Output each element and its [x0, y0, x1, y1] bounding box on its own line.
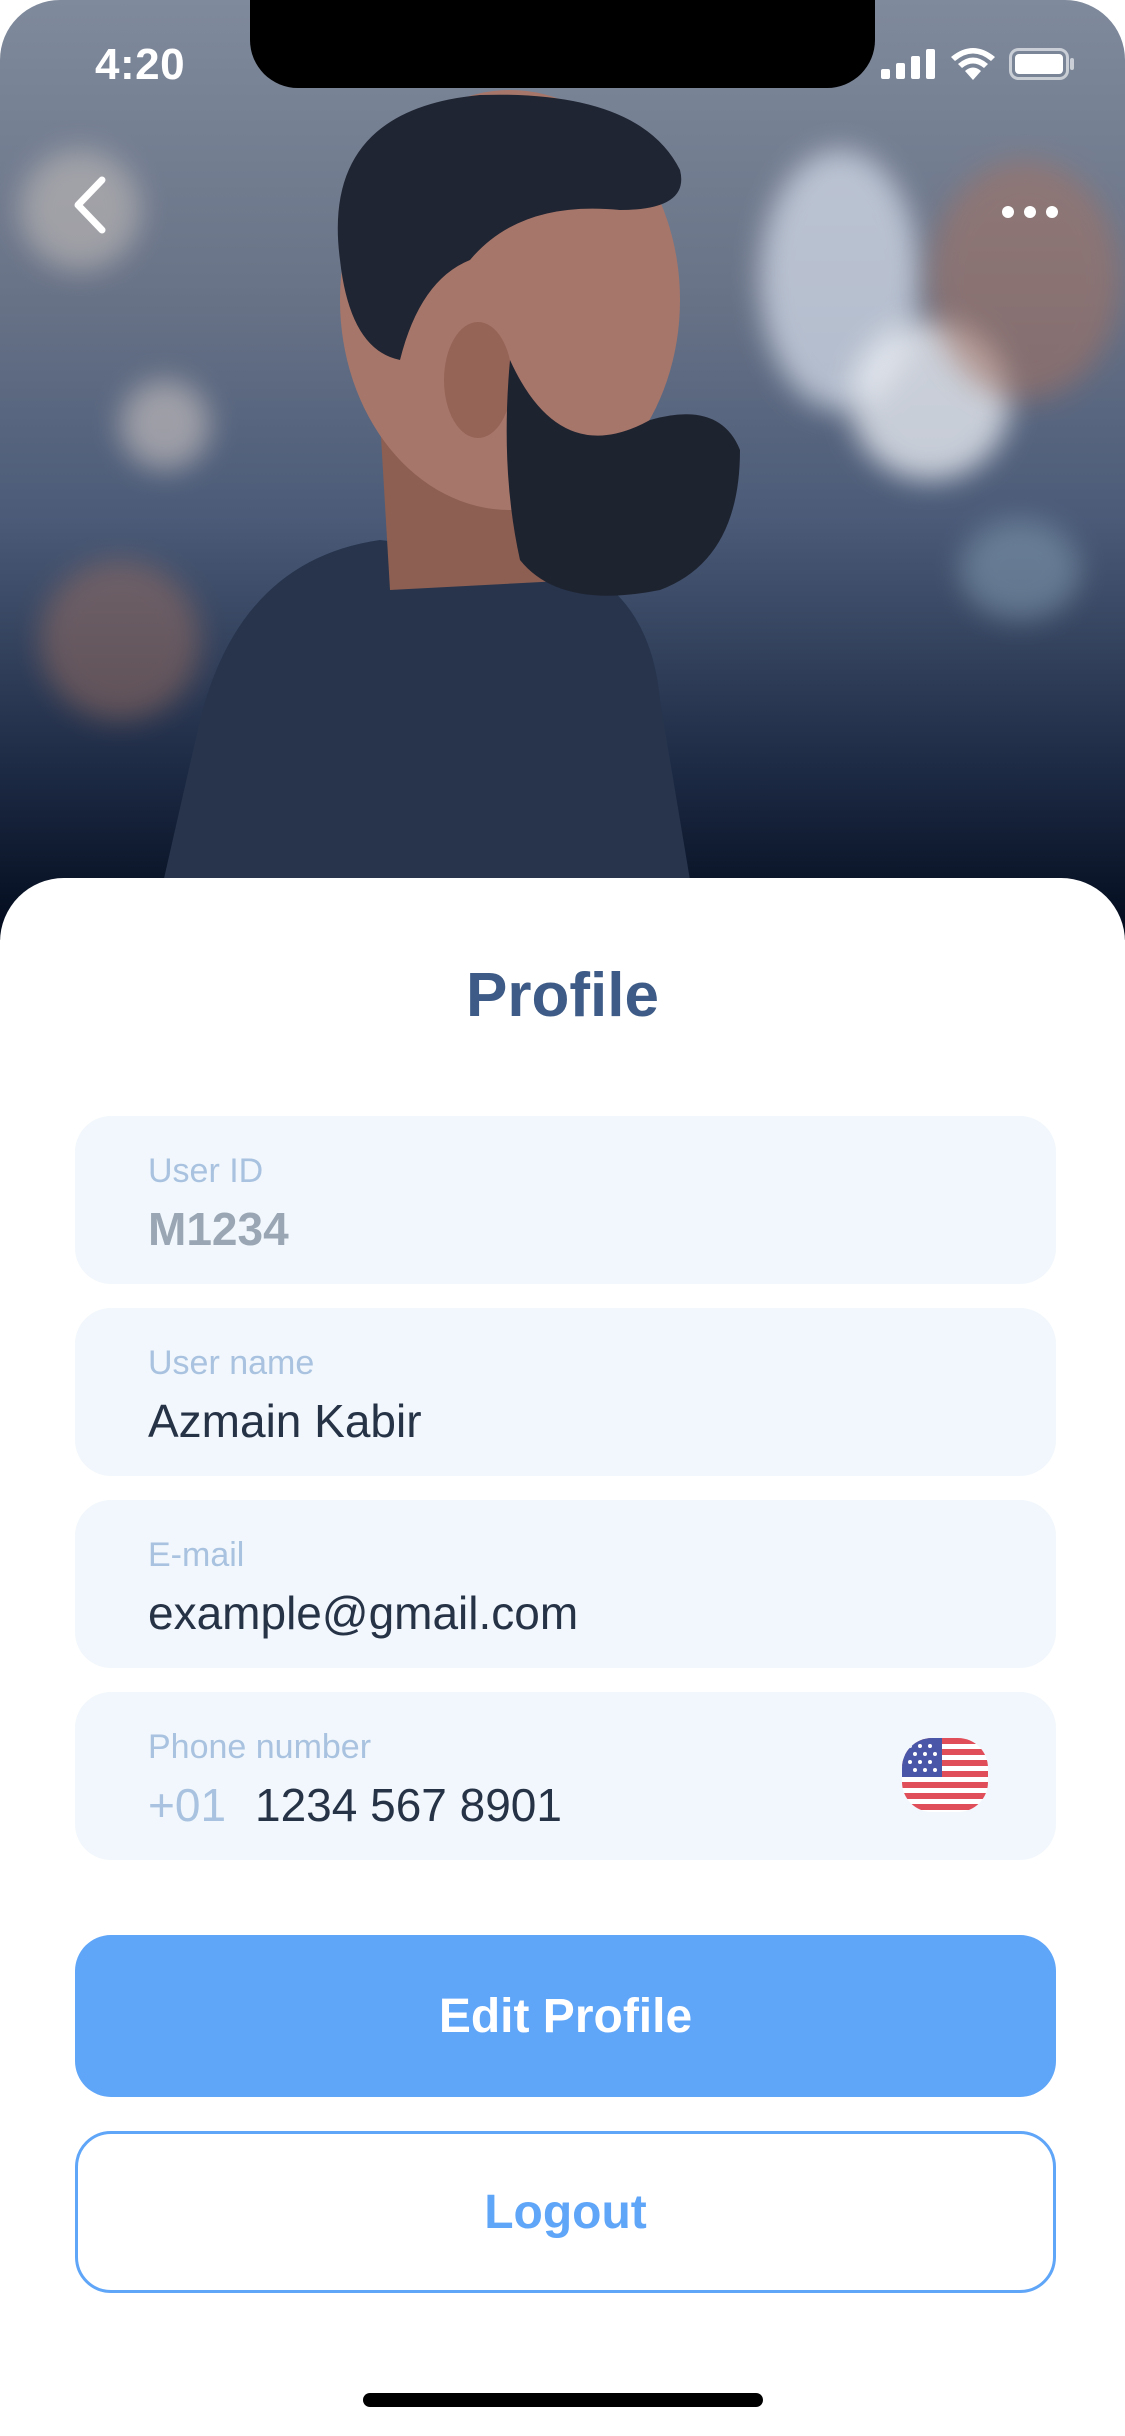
logout-button[interactable]: Logout [75, 2131, 1056, 2293]
chevron-left-icon [74, 176, 106, 234]
user-id-value: M1234 [148, 1203, 289, 1255]
more-options-button[interactable] [985, 180, 1075, 240]
user-id-label: User ID [148, 1152, 264, 1190]
phone-label: Phone number [148, 1728, 372, 1766]
username-value[interactable]: Azmain Kabir [148, 1394, 422, 1448]
wifi-icon [951, 48, 995, 80]
country-code[interactable]: +01 [148, 1778, 226, 1832]
email-field[interactable]: E-mail example@gmail.com [75, 1500, 1056, 1668]
email-label: E-mail [148, 1536, 245, 1574]
back-button[interactable] [60, 160, 130, 250]
more-horizontal-icon [1002, 206, 1058, 218]
username-label: User name [148, 1344, 315, 1382]
person-silhouette [150, 90, 740, 940]
username-field[interactable]: User name Azmain Kabir [75, 1308, 1056, 1476]
edit-profile-button[interactable]: Edit Profile [75, 1935, 1056, 2097]
profile-cover-photo [0, 0, 1125, 940]
device-notch [250, 0, 875, 88]
phone-value[interactable]: 1234 567 8901 [255, 1778, 562, 1832]
cellular-signal-icon [881, 49, 935, 79]
status-time: 4:20 [95, 40, 186, 89]
page-title: Profile [466, 961, 659, 1030]
profile-screen: 4:20 Profile User ID M1234 User name Azm… [0, 0, 1125, 2436]
us-flag-icon[interactable] [902, 1738, 988, 1812]
phone-field[interactable]: Phone number +01 1234 567 8901 [75, 1692, 1056, 1860]
battery-icon [1009, 48, 1074, 80]
user-id-field[interactable]: User ID M1234 [75, 1116, 1056, 1284]
home-indicator[interactable] [363, 2393, 763, 2407]
email-value[interactable]: example@gmail.com [148, 1586, 578, 1640]
status-icons [881, 48, 1075, 80]
